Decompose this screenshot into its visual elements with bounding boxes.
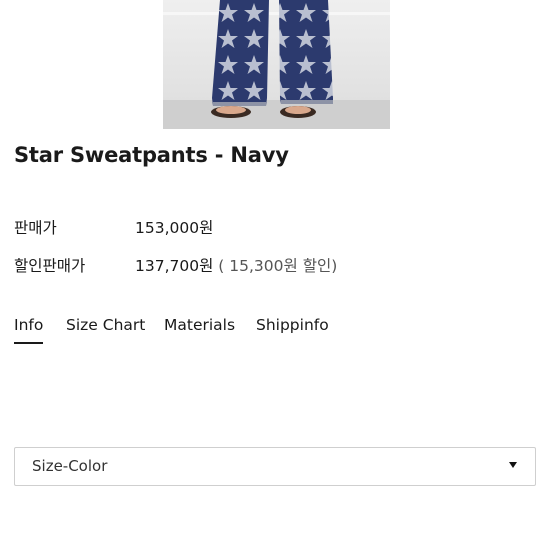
product-photo-graphic — [163, 0, 390, 129]
sale-price-row: 할인판매가 137,700원 ( 15,300원 할인) — [14, 254, 414, 276]
tab-materials[interactable]: Materials — [164, 316, 235, 342]
dropdown-arrow-icon — [509, 462, 517, 468]
list-price-label: 판매가 — [14, 219, 57, 237]
tab-info[interactable]: Info — [14, 316, 44, 344]
sale-price-value: 137,700원 — [135, 257, 214, 275]
list-price-row: 판매가 153,000원 — [14, 216, 314, 237]
tab-size-chart[interactable]: Size Chart — [66, 316, 145, 342]
sale-price-group: 137,700원 ( 15,300원 할인) — [135, 254, 337, 276]
discount-note: ( 15,300원 할인) — [218, 257, 338, 275]
size-color-select-value: Size-Color — [32, 457, 108, 475]
product-image[interactable] — [163, 0, 390, 129]
tab-shippinfo[interactable]: Shippinfo — [256, 316, 329, 342]
size-color-select[interactable]: Size-Color — [14, 447, 536, 486]
sale-price-label: 할인판매가 — [14, 257, 86, 275]
product-title: Star Sweatpants - Navy — [14, 143, 289, 167]
list-price-value: 153,000원 — [135, 219, 214, 237]
